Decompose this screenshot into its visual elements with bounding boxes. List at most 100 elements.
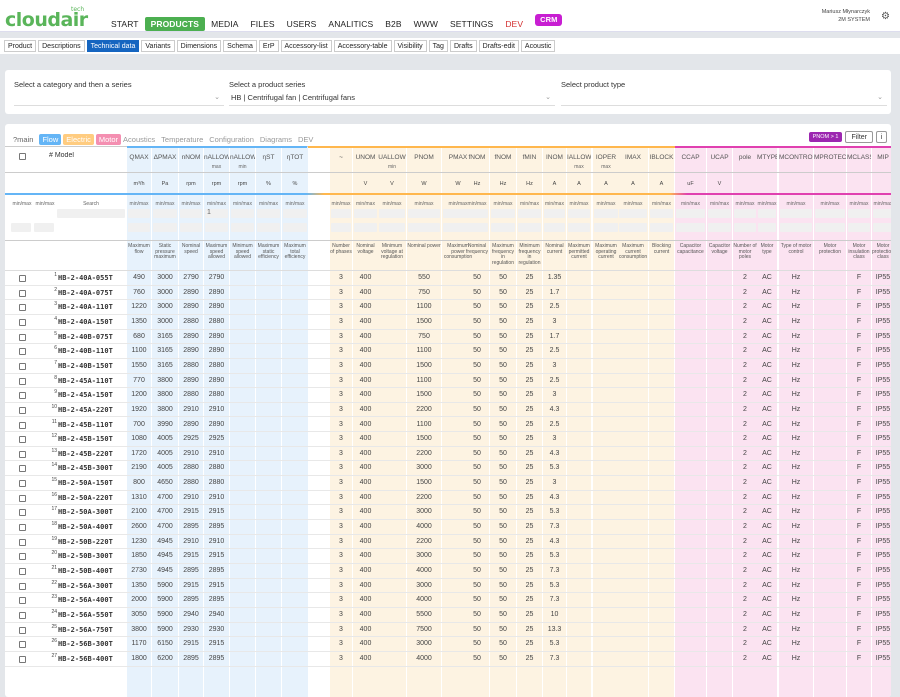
table-cell[interactable]: Hz <box>779 432 813 446</box>
gear-icon[interactable]: ⚙ <box>881 11 890 22</box>
table-cell[interactable]: 4.3 <box>543 447 566 461</box>
row-checkbox[interactable] <box>19 392 26 400</box>
table-cell[interactable]: 50 <box>490 447 516 461</box>
subtab-drafts-edit[interactable]: Drafts-edit <box>478 40 519 52</box>
table-cell[interactable]: Hz <box>779 388 813 402</box>
table-cell[interactable]: 2.5 <box>543 418 566 432</box>
table-cell[interactable]: 550 <box>407 271 441 285</box>
table-cell[interactable]: AC <box>757 344 777 358</box>
table-cell[interactable]: 2 <box>733 286 757 300</box>
model-name[interactable]: HB-2-56A-300T <box>58 579 113 593</box>
table-cell[interactable]: 50 <box>490 491 516 505</box>
table-cell[interactable]: 2895 <box>179 520 203 534</box>
filter-min-input[interactable] <box>650 209 673 218</box>
category-select[interactable]: ⌄ <box>14 91 224 106</box>
row-checkbox[interactable] <box>19 509 26 517</box>
row-checkbox[interactable] <box>19 494 26 502</box>
table-cell[interactable]: 2890 <box>179 344 203 358</box>
table-cell[interactable]: 1100 <box>407 344 441 358</box>
model-name[interactable]: HB-2-40A-075T <box>58 286 113 300</box>
filter-max-input[interactable] <box>568 223 590 232</box>
filter-max-input[interactable] <box>205 223 228 232</box>
table-cell[interactable]: 25 <box>517 286 542 300</box>
subtab-dimensions[interactable]: Dimensions <box>176 40 222 52</box>
table-cell[interactable]: 25 <box>517 330 542 344</box>
table-cell[interactable]: F <box>847 593 871 607</box>
filter-min-input[interactable] <box>153 209 177 218</box>
table-cell[interactable]: 2910 <box>179 535 203 549</box>
filter-max-input[interactable] <box>594 223 618 232</box>
table-cell[interactable]: 1500 <box>407 432 441 446</box>
table-cell[interactable]: 4000 <box>407 564 441 578</box>
table-cell[interactable]: Hz <box>779 374 813 388</box>
table-cell[interactable]: IP55 <box>872 491 891 505</box>
column-header[interactable]: UNOM <box>353 154 378 161</box>
table-cell[interactable]: F <box>847 300 871 314</box>
table-cell[interactable]: 50 <box>490 535 516 549</box>
row-checkbox[interactable] <box>19 304 26 312</box>
table-cell[interactable]: 1350 <box>127 315 151 329</box>
model-name[interactable]: HB-2-50B-220T <box>58 535 113 549</box>
model-search-input[interactable] <box>57 209 125 218</box>
table-cell[interactable]: 2880 <box>179 461 203 475</box>
model-name[interactable]: HB-2-50A-150T <box>58 476 113 490</box>
table-tab-dev[interactable]: DEV <box>298 135 313 144</box>
table-cell[interactable]: F <box>847 520 871 534</box>
table-cell[interactable]: 2915 <box>204 637 229 651</box>
table-cell[interactable]: 6200 <box>152 652 178 666</box>
filter-max-input[interactable] <box>153 223 177 232</box>
table-cell[interactable]: 7.3 <box>543 520 566 534</box>
table-cell[interactable]: F <box>847 652 871 666</box>
model-name[interactable]: HB-2-56A-550T <box>58 608 113 622</box>
table-cell[interactable]: 3 <box>330 491 352 505</box>
row-checkbox[interactable] <box>19 465 26 473</box>
filter-min-input[interactable] <box>257 209 280 218</box>
table-cell[interactable]: Hz <box>779 491 813 505</box>
table-cell[interactable]: 2730 <box>127 564 151 578</box>
filter-min-input[interactable] <box>848 209 870 218</box>
column-header[interactable]: MCONTROL <box>779 154 813 161</box>
table-cell[interactable]: 4700 <box>152 520 178 534</box>
table-cell[interactable]: AC <box>757 476 777 490</box>
table-cell[interactable]: F <box>847 549 871 563</box>
table-cell[interactable]: 2.5 <box>543 374 566 388</box>
subtab-erp[interactable]: ErP <box>258 40 279 52</box>
table-cell[interactable]: 50 <box>490 637 516 651</box>
table-cell[interactable]: 25 <box>517 461 542 475</box>
column-header[interactable]: ~ <box>330 154 352 161</box>
model-name[interactable]: HB-2-56B-300T <box>58 637 113 651</box>
table-cell[interactable]: 400 <box>353 535 378 549</box>
table-cell[interactable]: 2 <box>733 330 757 344</box>
table-cell[interactable]: 7.3 <box>543 593 566 607</box>
table-cell[interactable]: 25 <box>517 535 542 549</box>
table-cell[interactable]: 50 <box>490 476 516 490</box>
table-cell[interactable]: 50 <box>490 520 516 534</box>
table-cell[interactable]: IP55 <box>872 520 891 534</box>
row-checkbox[interactable] <box>19 538 26 546</box>
filter-min-input[interactable] <box>466 209 488 218</box>
filter-min-input[interactable] <box>544 209 565 218</box>
table-cell[interactable]: 50 <box>465 388 489 402</box>
table-cell[interactable]: 4945 <box>152 549 178 563</box>
column-header[interactable]: nNOM <box>179 154 203 161</box>
table-cell[interactable]: AC <box>757 564 777 578</box>
table-cell[interactable]: 400 <box>353 476 378 490</box>
table-cell[interactable]: 2880 <box>204 359 229 373</box>
subtab-tag[interactable]: Tag <box>428 40 448 52</box>
table-cell[interactable]: 3000 <box>407 637 441 651</box>
select-all-checkbox[interactable] <box>19 153 26 160</box>
table-cell[interactable]: 400 <box>353 593 378 607</box>
table-cell[interactable]: AC <box>757 461 777 475</box>
table-cell[interactable]: IP55 <box>872 300 891 314</box>
table-cell[interactable]: AC <box>757 549 777 563</box>
table-cell[interactable]: 2 <box>733 535 757 549</box>
table-cell[interactable]: 400 <box>353 344 378 358</box>
table-cell[interactable]: 2925 <box>179 432 203 446</box>
subtab-accessory-list[interactable]: Accessory-list <box>280 40 332 52</box>
table-cell[interactable]: 50 <box>465 300 489 314</box>
table-cell[interactable]: 50 <box>465 315 489 329</box>
table-cell[interactable]: 2100 <box>127 505 151 519</box>
table-cell[interactable]: 50 <box>465 403 489 417</box>
table-cell[interactable]: F <box>847 491 871 505</box>
table-cell[interactable]: 50 <box>465 344 489 358</box>
